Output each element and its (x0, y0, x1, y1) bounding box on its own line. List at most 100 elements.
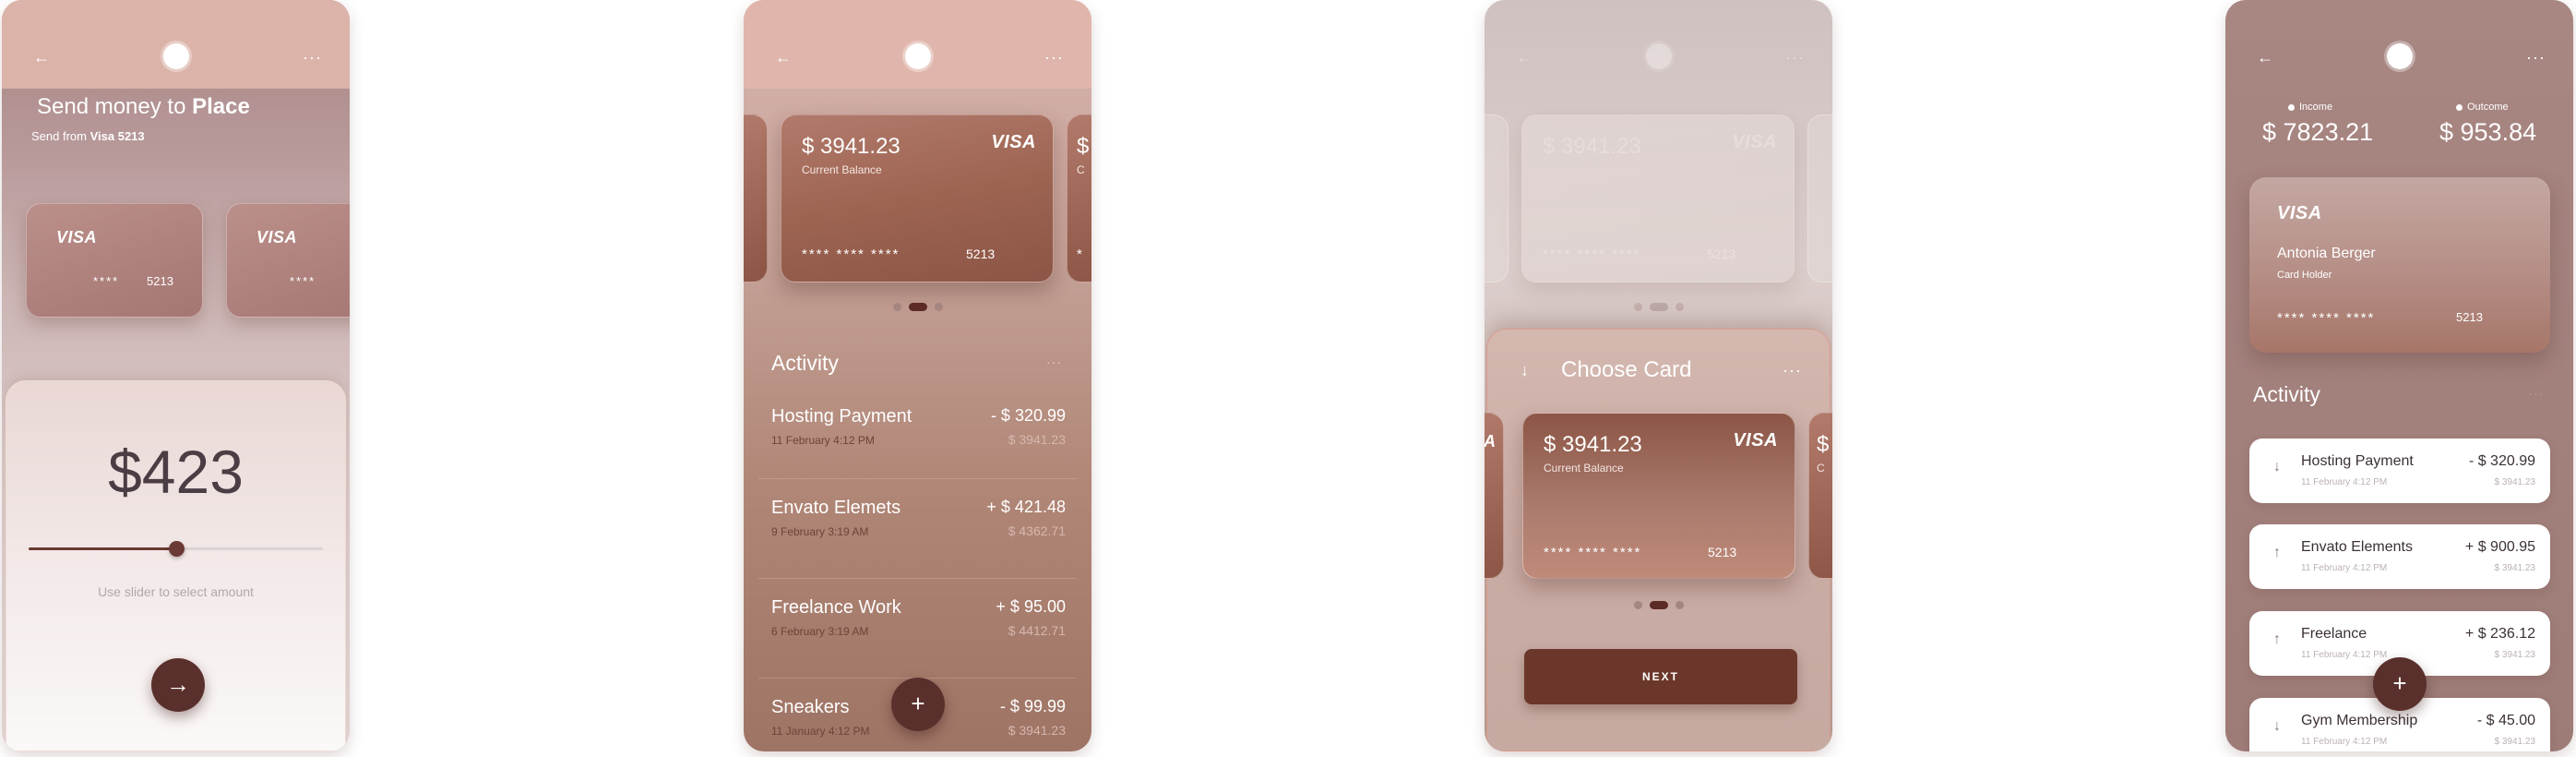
back-arrow-icon[interactable]: ← (33, 48, 52, 66)
add-button[interactable]: + (891, 678, 945, 731)
page-dot (1633, 303, 1642, 312)
card-mask: **** **** **** (2277, 310, 2376, 326)
card-last4: 5213 (1708, 545, 1737, 559)
income-label: Income (2288, 102, 2332, 113)
arrow-up-icon: ↑ (2273, 545, 2281, 560)
outcome-value: $ 953.84 (2439, 118, 2537, 146)
page-dot-active[interactable] (908, 303, 927, 312)
arrow-right-icon: → (166, 670, 190, 698)
continue-button[interactable]: → (151, 658, 205, 712)
shutter-circle-icon[interactable] (162, 43, 189, 69)
page-dot[interactable] (934, 303, 943, 312)
add-button[interactable]: + (2373, 657, 2427, 711)
transaction-date: 6 February 3:19 AM (771, 625, 869, 638)
choose-card-sheet: ↓ Choose Card ··· A $ 3941.23 Current Ba… (1485, 329, 1832, 751)
transaction-row[interactable]: ↑ Envato Elements 11 February 4:12 PM + … (2249, 524, 2550, 589)
card-mask: **** **** **** (1544, 545, 1642, 560)
transaction-date: 11 February 4:12 PM (2301, 650, 2388, 660)
card-last4: 5213 (2456, 310, 2483, 324)
activity-heading: Activity (771, 351, 839, 375)
card-holder-card[interactable]: VISA Antonia Berger Card Holder **** ***… (2249, 177, 2550, 353)
carousel-indicator (1485, 299, 1832, 316)
peek-mask: * (1077, 246, 1082, 262)
back-arrow-icon[interactable]: ← (775, 48, 793, 66)
more-dots-icon[interactable]: ··· (2528, 386, 2544, 401)
transaction-row[interactable]: ↓ Hosting Payment 11 February 4:12 PM - … (2249, 439, 2550, 503)
selected-card[interactable]: $ 3941.23 Current Balance VISA **** ****… (781, 114, 1054, 282)
transaction-date: 11 January 4:12 PM (771, 725, 870, 738)
shutter-circle-icon[interactable] (904, 43, 931, 69)
card-mask: **** (93, 274, 120, 288)
transaction-amount: + $ 421.48 (986, 498, 1066, 516)
more-dots-icon[interactable]: ··· (2526, 48, 2546, 66)
shutter-circle-icon[interactable] (2386, 43, 2413, 69)
more-dots-icon[interactable]: ··· (1046, 354, 1062, 369)
page-dot (1675, 303, 1684, 312)
page-dot[interactable] (892, 303, 901, 312)
background-card: $ 3941.23 Current Balance VISA **** ****… (1521, 114, 1795, 282)
transaction-name: Envato Elements (2301, 539, 2413, 555)
transaction-name: Gym Membership (2301, 713, 2418, 728)
transaction-amount: - $ 99.99 (999, 697, 1066, 715)
transaction-row[interactable]: Hosting Payment 11 February 4:12 PM - $ … (758, 388, 1077, 487)
arrow-down-icon[interactable]: ↓ (1521, 361, 1529, 380)
page-dot-active[interactable] (1649, 601, 1668, 610)
visa-logo: VISA (2277, 203, 2322, 223)
transaction-name: Hosting Payment (771, 406, 912, 427)
transaction-row[interactable]: Freelance Work 6 February 3:19 AM + $ 95… (758, 578, 1077, 678)
card-last4: 5213 (966, 246, 996, 261)
top-bar: ← ··· (2225, 0, 2573, 89)
top-bar: ← ··· (1485, 0, 1832, 89)
next-card-peek[interactable]: $ C * (1067, 114, 1091, 282)
card-mask: **** **** **** (802, 246, 900, 262)
card-balance-caption: Current Balance (802, 163, 882, 176)
transaction-name: Hosting Payment (2301, 453, 2414, 469)
card-last4: 5213 (1707, 246, 1736, 261)
transaction-balance: $ 3941.23 (2494, 477, 2536, 487)
card-last4: 5213 (147, 274, 173, 288)
slider-fill (29, 547, 176, 550)
peek-brand: A (1485, 432, 1496, 451)
card-balance: $ 3941.23 (1544, 432, 1642, 457)
back-arrow-icon[interactable]: ← (2257, 48, 2275, 66)
more-dots-icon[interactable]: ··· (303, 48, 322, 66)
card-balance: $ 3941.23 (802, 134, 900, 159)
page-dot[interactable] (1633, 601, 1642, 610)
carousel-indicator (1487, 597, 1830, 614)
next-button[interactable]: NEXT (1524, 649, 1797, 704)
peek-balance: $ (1817, 432, 1830, 457)
amount-slider[interactable] (29, 541, 323, 557)
card-option[interactable]: VISA **** (226, 203, 350, 318)
transaction-balance: $ 3941.23 (1008, 432, 1066, 447)
card-holder-caption: Card Holder (2277, 270, 2332, 281)
previous-card-peek[interactable]: A (1485, 413, 1504, 579)
arrow-down-icon: ↓ (2273, 459, 2281, 475)
transaction-name: Freelance Work (771, 597, 901, 618)
more-dots-icon[interactable]: ··· (1044, 48, 1064, 66)
page-dot[interactable] (1675, 601, 1684, 610)
card-option[interactable]: VISA **** 5213 (26, 203, 203, 318)
wallet-activity-screen: ← ··· $ 3941.23 Current Balance VISA ***… (744, 0, 1091, 751)
slider-handle[interactable] (168, 541, 185, 557)
transaction-name: Envato Elemets (771, 498, 901, 518)
transaction-amount: + $ 236.12 (2464, 626, 2535, 642)
transaction-date: 11 February 4:12 PM (2301, 477, 2388, 487)
transaction-balance: $ 3941.23 (1008, 723, 1066, 738)
transaction-amount: - $ 320.99 (2468, 453, 2535, 469)
page-title: Send money to Place (37, 94, 250, 120)
previous-card-peek[interactable] (744, 114, 768, 282)
peek-caption: C (1817, 462, 1825, 475)
card-holder-name: Antonia Berger (2277, 246, 2376, 261)
selected-card[interactable]: $ 3941.23 Current Balance VISA **** ****… (1522, 413, 1795, 579)
next-card-peek[interactable]: $ C (1808, 413, 1832, 579)
transaction-amount: + $ 95.00 (996, 597, 1066, 616)
card-overview-screen: ← ··· Income Outcome $ 7823.21 $ 953.84 … (2225, 0, 2573, 751)
card-balance-caption: Current Balance (1543, 163, 1623, 176)
transaction-date: 11 February 4:12 PM (2301, 563, 2388, 573)
carousel-indicator (744, 299, 1091, 316)
visa-logo: VISA (56, 228, 98, 246)
more-dots-icon[interactable]: ··· (1783, 361, 1802, 380)
transaction-row[interactable]: Envato Elemets 9 February 3:19 AM + $ 42… (758, 478, 1077, 578)
amount-panel: $423 Use slider to select amount → (6, 380, 346, 751)
transaction-balance: $ 3941.23 (2494, 737, 2536, 747)
